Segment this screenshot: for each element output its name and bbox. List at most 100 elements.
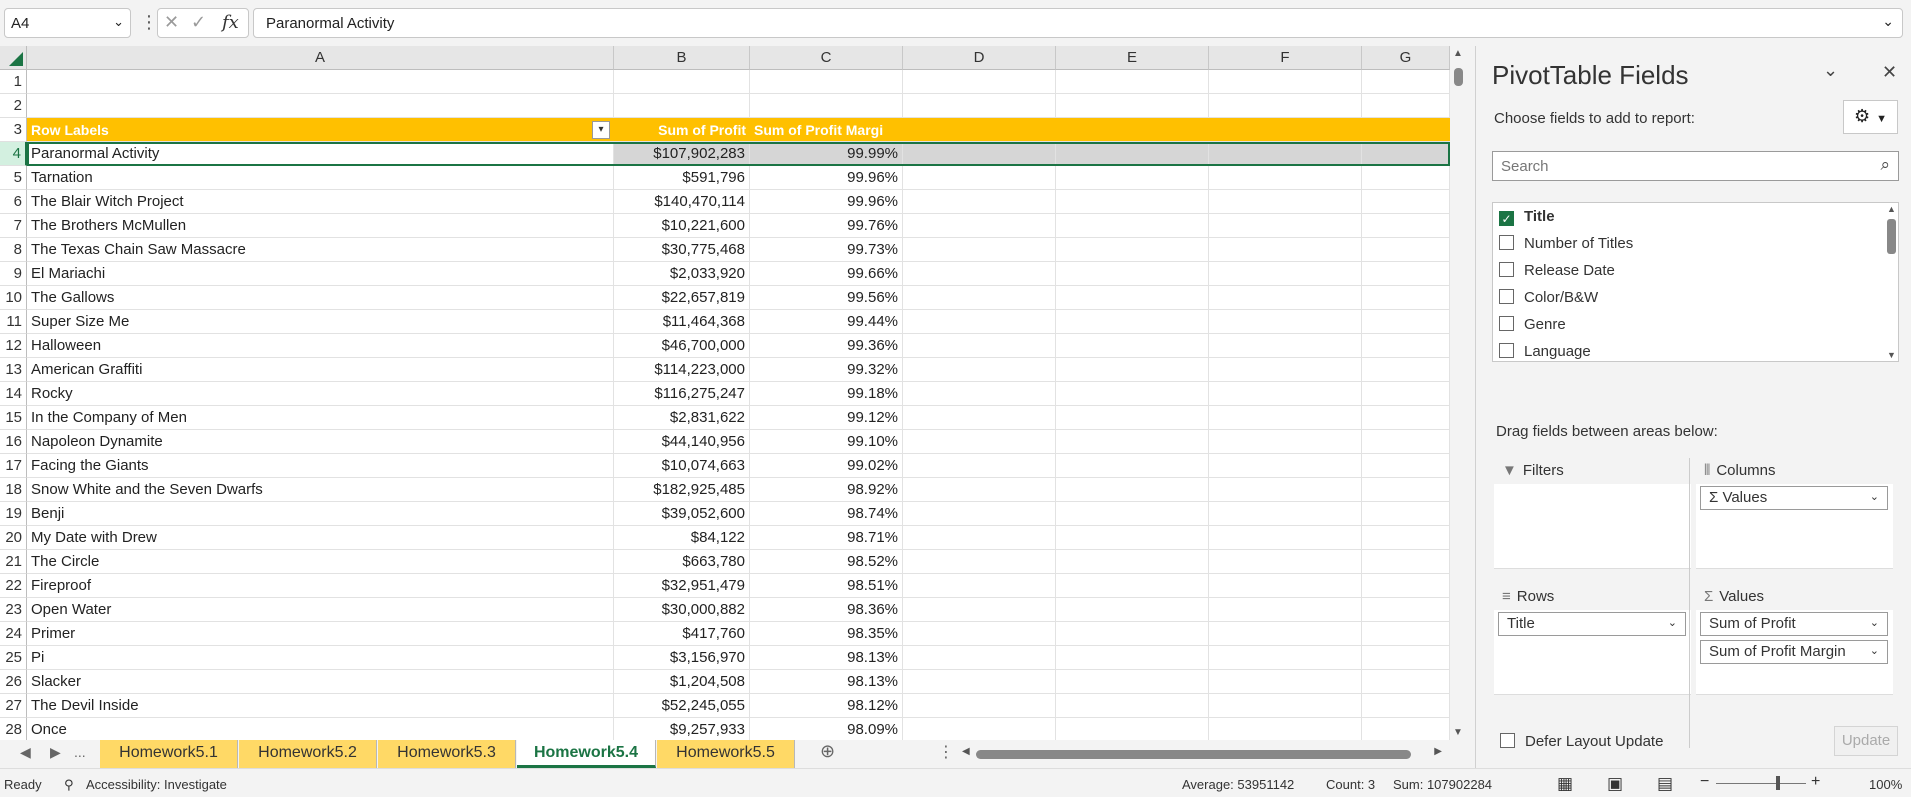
enter-icon[interactable]: ✓ [191, 12, 206, 33]
empty-cell[interactable] [1209, 382, 1362, 406]
scroll-right-icon[interactable]: ▶ [1434, 746, 1442, 757]
margin-cell[interactable]: 99.10% [750, 430, 903, 454]
formula-input[interactable]: Paranormal Activity ⌄ [253, 8, 1903, 38]
field-list-scrollbar[interactable]: ▲ ▼ [1884, 203, 1898, 361]
empty-cell[interactable] [27, 94, 614, 118]
tab-prev-icon[interactable]: ◀ [20, 744, 31, 761]
empty-cell[interactable] [903, 646, 1056, 670]
field-item[interactable]: Genre [1499, 314, 1566, 336]
margin-cell[interactable]: 99.73% [750, 238, 903, 262]
empty-cell[interactable] [903, 310, 1056, 334]
row-label-cell[interactable]: Snow White and the Seven Dwarfs [27, 478, 614, 502]
profit-cell[interactable]: $22,657,819 [614, 286, 750, 310]
empty-cell[interactable] [750, 70, 903, 94]
tab-split-icon[interactable]: ⋮ [938, 742, 954, 762]
row-header[interactable]: 28 [0, 718, 27, 742]
profit-cell[interactable]: $84,122 [614, 526, 750, 550]
sheet-tab-homework55[interactable]: Homework5.5 [657, 740, 795, 768]
profit-cell[interactable]: $10,074,663 [614, 454, 750, 478]
row-labels-header[interactable]: Row Labels ▾ [27, 118, 614, 142]
empty-cell[interactable] [1209, 694, 1362, 718]
empty-cell[interactable] [1056, 382, 1209, 406]
empty-cell[interactable] [1362, 646, 1450, 670]
empty-cell[interactable] [1056, 310, 1209, 334]
columns-area[interactable]: ⫴ Columns Σ Values ⌄ [1696, 458, 1893, 569]
accessibility-icon[interactable]: ⚲ [64, 777, 74, 793]
chevron-down-icon[interactable]: ⌄ [113, 14, 124, 30]
profit-cell[interactable]: $3,156,970 [614, 646, 750, 670]
empty-cell[interactable] [1362, 358, 1450, 382]
margin-cell[interactable]: 99.76% [750, 214, 903, 238]
scroll-down-icon[interactable]: ▼ [1453, 727, 1463, 738]
row-label-cell[interactable]: Halloween [27, 334, 614, 358]
margin-cell[interactable]: 98.13% [750, 646, 903, 670]
empty-cell[interactable] [614, 94, 750, 118]
empty-cell[interactable] [1362, 622, 1450, 646]
row-label-cell[interactable]: Once [27, 718, 614, 742]
empty-cell[interactable] [1209, 262, 1362, 286]
values-drop-zone[interactable]: Sum of Profit ⌄ Sum of Profit Margin ⌄ [1696, 610, 1893, 695]
field-list-thumb[interactable] [1887, 219, 1896, 254]
row-label-cell[interactable]: The Devil Inside [27, 694, 614, 718]
empty-cell[interactable] [903, 286, 1056, 310]
row-header[interactable]: 26 [0, 670, 27, 694]
profit-cell[interactable]: $417,760 [614, 622, 750, 646]
empty-cell[interactable] [1362, 382, 1450, 406]
profit-cell[interactable]: $1,204,508 [614, 670, 750, 694]
empty-cell[interactable] [903, 454, 1056, 478]
empty-cell[interactable] [1209, 94, 1362, 118]
name-box[interactable]: A4 ⌄ [4, 8, 131, 38]
empty-cell[interactable] [1209, 670, 1362, 694]
field-item[interactable]: Language [1499, 341, 1591, 361]
empty-cell[interactable] [1056, 454, 1209, 478]
insert-function-icon[interactable]: fx [222, 12, 239, 33]
row-header[interactable]: 1 [0, 70, 27, 94]
row-label-cell[interactable]: Open Water [27, 598, 614, 622]
chevron-down-icon[interactable]: ⌄ [1870, 616, 1879, 629]
empty-cell[interactable] [1056, 694, 1209, 718]
profit-cell[interactable]: $2,033,920 [614, 262, 750, 286]
field-checkbox[interactable] [1499, 235, 1514, 250]
sheet-tab-homework52[interactable]: Homework5.2 [239, 740, 377, 768]
row-header[interactable]: 21 [0, 550, 27, 574]
empty-cell[interactable] [1056, 550, 1209, 574]
pane-options-chevron-icon[interactable]: ⌄ [1823, 60, 1838, 81]
field-checkbox[interactable] [1499, 289, 1514, 304]
empty-cell[interactable] [903, 358, 1056, 382]
row-label-cell[interactable]: Tarnation [27, 166, 614, 190]
rows-drop-zone[interactable]: Title ⌄ [1494, 610, 1691, 695]
empty-cell[interactable] [1209, 310, 1362, 334]
row-label-cell[interactable]: Napoleon Dynamite [27, 430, 614, 454]
values-area[interactable]: Σ Values Sum of Profit ⌄ Sum of Profit Mar… [1696, 584, 1893, 695]
field-search-input[interactable]: Search ⌕ [1492, 151, 1899, 181]
tab-next-icon[interactable]: ▶ [50, 744, 61, 761]
empty-cell[interactable] [903, 382, 1056, 406]
margin-cell[interactable]: 98.71% [750, 526, 903, 550]
sum-margin-header[interactable]: Sum of Profit Margi [750, 118, 903, 142]
empty-cell[interactable] [1362, 694, 1450, 718]
empty-cell[interactable] [903, 334, 1056, 358]
empty-cell[interactable] [1362, 334, 1450, 358]
margin-cell[interactable]: 98.12% [750, 694, 903, 718]
empty-cell[interactable] [1056, 646, 1209, 670]
margin-cell[interactable]: 98.51% [750, 574, 903, 598]
row-label-cell[interactable]: The Texas Chain Saw Massacre [27, 238, 614, 262]
page-layout-icon[interactable]: ▣ [1607, 774, 1623, 794]
empty-cell[interactable] [1209, 478, 1362, 502]
scroll-left-icon[interactable]: ◀ [962, 746, 970, 757]
empty-cell[interactable] [1056, 334, 1209, 358]
add-sheet-icon[interactable]: ⊕ [820, 741, 835, 762]
margin-cell[interactable]: 99.32% [750, 358, 903, 382]
empty-cell[interactable] [1056, 238, 1209, 262]
column-header-e[interactable]: E [1056, 46, 1209, 70]
column-header-c[interactable]: C [750, 46, 903, 70]
close-icon[interactable]: ✕ [1882, 62, 1897, 83]
empty-cell[interactable] [27, 70, 614, 94]
empty-cell[interactable] [1362, 574, 1450, 598]
empty-cell[interactable] [1209, 166, 1362, 190]
rows-title-pill[interactable]: Title ⌄ [1498, 612, 1686, 636]
empty-cell[interactable] [903, 550, 1056, 574]
columns-drop-zone[interactable]: Σ Values ⌄ [1696, 484, 1893, 569]
empty-cell[interactable] [903, 598, 1056, 622]
profit-cell[interactable]: $2,831,622 [614, 406, 750, 430]
